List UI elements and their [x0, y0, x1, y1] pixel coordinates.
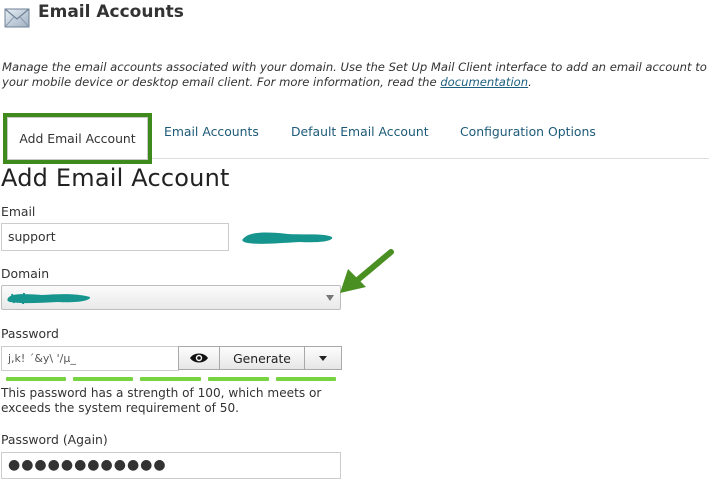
domain-select[interactable] [1, 285, 341, 310]
password-strength-meter [0, 377, 340, 382]
domain-label: Domain [1, 266, 50, 281]
strength-segment [276, 377, 336, 381]
tab-add-email-account[interactable]: Add Email Account [7, 117, 148, 160]
generate-button[interactable]: Generate [219, 346, 305, 370]
page-description: Manage the email accounts associated wit… [2, 60, 709, 90]
strength-segment [6, 377, 66, 381]
section-title: Add Email Account [1, 164, 230, 192]
password-again-field[interactable]: ●●●●●●●●●●●● [1, 452, 341, 479]
password-strength-text: This password has a strength of 100, whi… [1, 386, 322, 415]
password-field[interactable]: j,k! ´&y\ '/µ_ [1, 346, 179, 371]
tab-highlight-box: Add Email Account [3, 113, 152, 164]
email-label: Email [1, 204, 36, 219]
tab-configuration-options[interactable]: Configuration Options [460, 124, 596, 139]
generate-menu-button[interactable] [304, 346, 342, 370]
redacted-domain-value [7, 292, 91, 305]
redacted-domain-mark [242, 232, 333, 244]
tab-email-accounts[interactable]: Email Accounts [164, 124, 259, 139]
chevron-down-icon [326, 295, 334, 301]
password-label: Password [1, 326, 59, 341]
show-password-button[interactable] [178, 346, 220, 370]
page-title: Email Accounts [38, 2, 184, 22]
strength-segment [208, 377, 269, 381]
eye-icon [190, 353, 208, 363]
tab-default-email-account[interactable]: Default Email Account [291, 124, 429, 139]
password-again-label: Password (Again) [1, 432, 108, 447]
annotation-arrow-icon [340, 249, 394, 293]
page-header: Email Accounts [0, 0, 709, 36]
caret-down-icon [319, 355, 327, 361]
description-tail: . [528, 75, 532, 89]
tab-divider [150, 158, 709, 159]
email-field[interactable]: support [1, 223, 229, 251]
strength-segment [73, 377, 133, 381]
description-text: Manage the email accounts associated wit… [2, 60, 707, 89]
strength-segment [140, 377, 201, 381]
envelope-icon [4, 8, 30, 28]
documentation-link[interactable]: documentation [440, 75, 528, 89]
